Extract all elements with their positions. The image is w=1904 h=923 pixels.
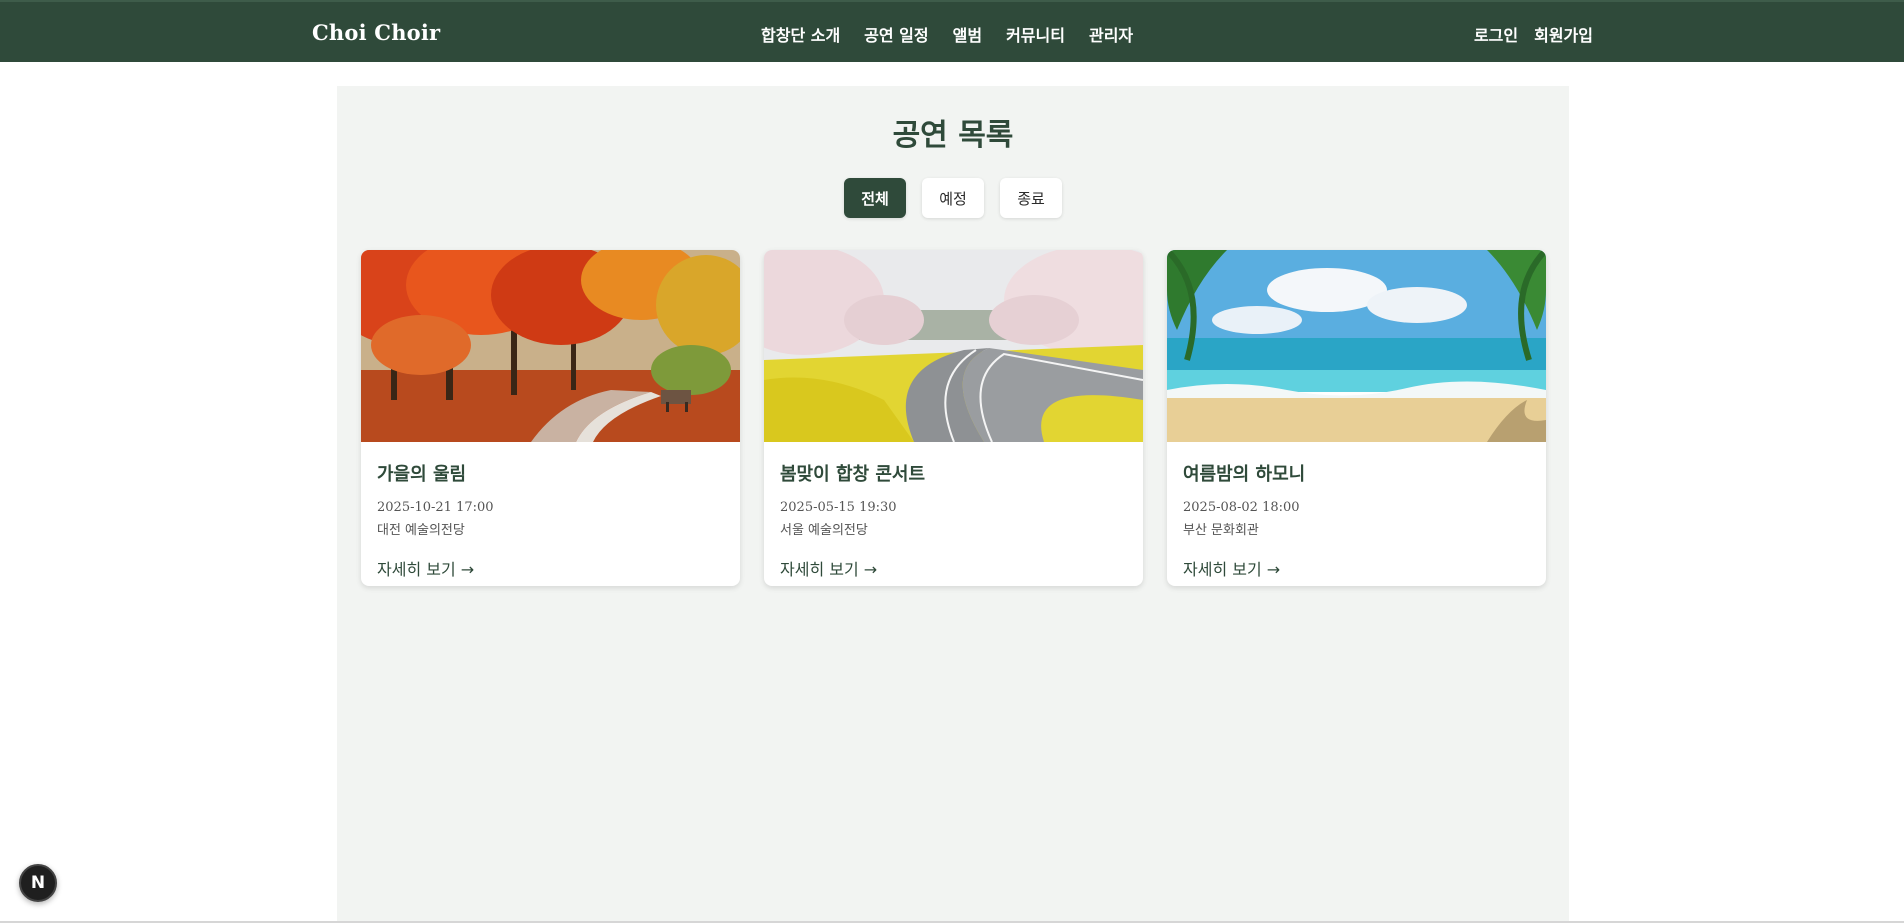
card-date: 2025-05-15 19:30 [780,500,897,515]
dev-tools-badge[interactable]: N [19,864,57,902]
concert-card[interactable]: 가을의 울림 2025-10-21 17:00 대전 예술의전당 자세히 보기 … [361,250,740,586]
summer-beach-photo [1167,250,1546,442]
card-title: 가을의 울림 [377,464,467,485]
top-navigation-bar: Choi Choir 합창단 소개 공연 일정 앨범 커뮤니티 관리자 로그인 … [0,0,1904,62]
details-link[interactable]: 자세히 보기 → [377,556,474,580]
filter-tabs: 전체 예정 종료 [337,178,1569,218]
main-nav: 합창단 소개 공연 일정 앨범 커뮤니티 관리자 [761,22,1133,46]
autumn-park-photo [361,250,740,442]
nav-schedule[interactable]: 공연 일정 [864,22,928,46]
filter-all-button[interactable]: 전체 [844,178,906,218]
filter-ended-button[interactable]: 종료 [1000,178,1062,218]
page-title: 공연 목록 [892,118,1014,153]
card-venue: 대전 예술의전당 [377,523,465,538]
nav-about[interactable]: 합창단 소개 [761,22,840,46]
nav-admin[interactable]: 관리자 [1089,22,1133,46]
card-date: 2025-10-21 17:00 [377,500,494,515]
card-date: 2025-08-02 18:00 [1183,500,1300,515]
details-link[interactable]: 자세히 보기 → [1183,556,1280,580]
card-venue: 부산 문화회관 [1183,523,1259,538]
filter-upcoming-button[interactable]: 예정 [922,178,984,218]
concert-card[interactable]: 봄맞이 합창 콘서트 2025-05-15 19:30 서울 예술의전당 자세히… [764,250,1143,586]
auth-links: 로그인 회원가입 [1474,22,1593,46]
spring-road-photo [764,250,1143,442]
nav-album[interactable]: 앨범 [953,22,982,46]
login-link[interactable]: 로그인 [1474,22,1518,46]
brand-logo[interactable]: Choi Choir [312,20,440,45]
details-link[interactable]: 자세히 보기 → [780,556,877,580]
card-title: 봄맞이 합창 콘서트 [780,464,926,485]
concert-list-panel: 공연 목록 전체 예정 종료 가을의 울림 2025-10-21 17:00 대… [337,86,1569,923]
card-title: 여름밤의 하모니 [1183,464,1306,485]
badge-letter-icon: N [30,873,46,893]
concert-card[interactable]: 여름밤의 하모니 2025-08-02 18:00 부산 문화회관 자세히 보기… [1167,250,1546,586]
concert-card-grid: 가을의 울림 2025-10-21 17:00 대전 예술의전당 자세히 보기 … [361,250,1546,586]
signup-link[interactable]: 회원가입 [1534,22,1593,46]
nav-community[interactable]: 커뮤니티 [1006,22,1065,46]
card-venue: 서울 예술의전당 [780,523,868,538]
